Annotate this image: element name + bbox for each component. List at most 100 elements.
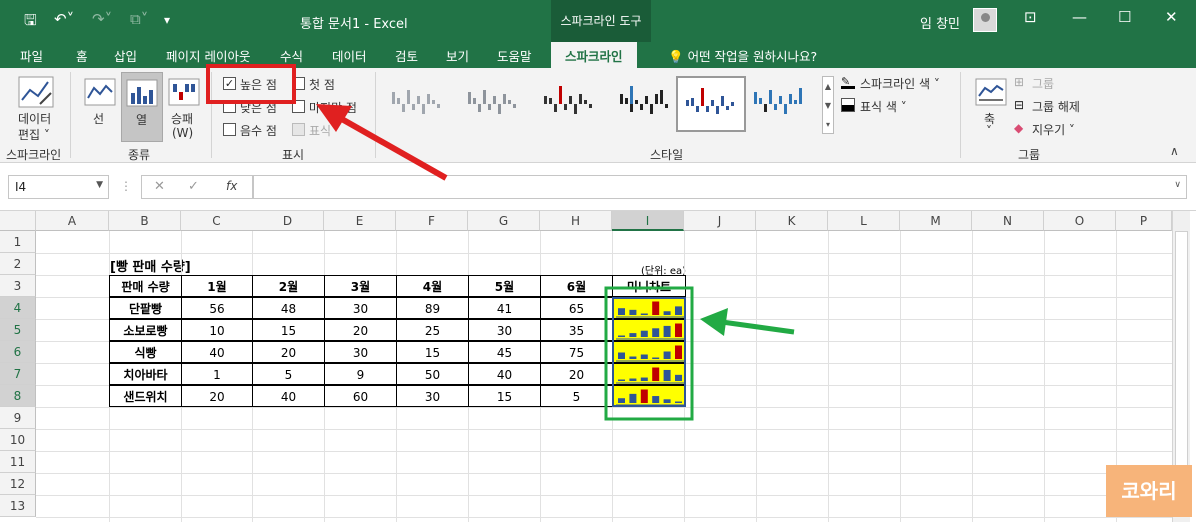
table-cell[interactable]: 30 [396,385,469,407]
undo-icon[interactable]: ↶˅ [54,10,74,28]
table-cell[interactable]: 40 [252,385,325,407]
group-button[interactable]: 그룹 [1032,75,1054,92]
negative-points-label[interactable]: 음수 점 [240,122,277,139]
table-cell[interactable]: 45 [468,341,541,363]
column-header-m[interactable]: M [900,211,972,231]
markers-checkbox[interactable] [292,123,305,136]
gallery-down-icon[interactable]: ▼ [823,96,833,115]
table-cell[interactable]: 5 [252,363,325,385]
customize-quick-access-icon[interactable]: ▾ [164,13,170,27]
style-thumb-2[interactable] [460,76,530,132]
first-point-label[interactable]: 첫 점 [309,76,335,93]
table-header-cell[interactable]: 1월 [181,275,253,297]
sparkline-color-icon[interactable]: ✎ [841,75,855,89]
row-header-10[interactable]: 10 [0,429,36,451]
table-header-cell[interactable]: 미니차트 [612,275,686,297]
ungroup-icon[interactable]: ⊟ [1014,98,1024,112]
table-cell[interactable]: 15 [396,341,469,363]
column-header-k[interactable]: K [756,211,828,231]
gallery-more-icon[interactable]: ▾ [823,115,833,134]
collapse-ribbon-icon[interactable]: ∧ [1170,144,1179,158]
table-cell[interactable]: 10 [181,319,253,341]
winloss-type-sublabel[interactable]: (W) [172,126,193,140]
table-cell[interactable]: 1 [181,363,253,385]
table-row-label[interactable]: 소보로빵 [109,319,182,341]
last-point-checkbox[interactable] [292,100,305,113]
table-cell[interactable]: 30 [324,341,397,363]
tab-data[interactable]: 데이터 [332,46,367,65]
low-point-checkbox[interactable] [223,100,236,113]
column-header-l[interactable]: L [828,211,900,231]
enter-icon[interactable]: ✓ [188,179,199,194]
style-thumb-1[interactable] [384,76,454,132]
row-header-8[interactable]: 8 [0,385,36,407]
select-all-corner[interactable] [0,211,36,231]
redo-icon[interactable]: ↷˅ [92,10,112,28]
tab-review[interactable]: 검토 [395,46,418,65]
tab-formulas[interactable]: 수식 [280,46,303,65]
row-header-1[interactable]: 1 [0,231,36,253]
row-header-2[interactable]: 2 [0,253,36,275]
row-header-3[interactable]: 3 [0,275,36,297]
tell-me-box[interactable]: 💡 어떤 작업을 원하시나요? [668,46,817,65]
maximize-icon[interactable]: ☐ [1118,8,1131,26]
row-header-6[interactable]: 6 [0,341,36,363]
negative-points-checkbox[interactable] [223,123,236,136]
name-box[interactable]: I4 ▼ [8,175,109,199]
column-header-p[interactable]: P [1116,211,1172,231]
table-cell[interactable]: 89 [396,297,469,319]
column-header-b[interactable]: B [109,211,181,231]
worksheet-grid[interactable]: [빵 판매 수량] (단위: ea) ABCDEFGHIJKLMNOP12345… [0,211,1196,522]
winloss-sparkline-icon[interactable] [168,78,200,106]
table-header-cell[interactable]: 5월 [468,275,541,297]
row-header-11[interactable]: 11 [0,451,36,473]
tab-insert[interactable]: 삽입 [114,46,137,65]
sheet-title[interactable]: [빵 판매 수량] [110,256,191,275]
avatar[interactable] [973,8,997,32]
name-box-dropdown-icon[interactable]: ▼ [96,180,103,190]
column-header-a[interactable]: A [36,211,109,231]
tab-view[interactable]: 보기 [446,46,469,65]
eraser-icon[interactable]: ◆ [1014,121,1023,135]
ungroup-button[interactable]: 그룹 해제 [1032,98,1080,115]
markers-label[interactable]: 표식 [309,122,331,139]
column-header-e[interactable]: E [324,211,396,231]
table-cell[interactable]: 20 [252,341,325,363]
table-header-cell[interactable]: 판매 수량 [109,275,182,297]
table-header-cell[interactable]: 6월 [540,275,613,297]
table-cell[interactable]: 15 [252,319,325,341]
formula-input[interactable]: ∨ [253,175,1187,199]
table-cell[interactable]: 5 [540,385,613,407]
table-cell[interactable]: 40 [181,341,253,363]
table-cell[interactable]: 30 [468,319,541,341]
insert-function-icon[interactable]: fx [226,179,237,193]
quick-access-icon[interactable]: ⧉˅ [130,10,148,28]
table-cell[interactable]: 50 [396,363,469,385]
column-header-f[interactable]: F [396,211,468,231]
table-cell[interactable]: 20 [540,363,613,385]
table-cell[interactable]: 60 [324,385,397,407]
table-cell[interactable]: 25 [396,319,469,341]
column-header-i[interactable]: I [612,211,684,231]
table-cell[interactable]: 30 [324,297,397,319]
minimize-icon[interactable]: — [1072,8,1087,26]
style-thumb-3[interactable] [536,76,606,132]
table-header-cell[interactable]: 4월 [396,275,469,297]
close-icon[interactable]: ✕ [1165,8,1178,26]
style-thumb-4[interactable] [612,76,682,132]
edit-data-dropdown[interactable]: 편집 ˅ [18,126,50,143]
table-cell[interactable]: 75 [540,341,613,363]
high-point-checkbox[interactable]: ✓ [223,77,236,90]
table-row-label[interactable]: 단팥빵 [109,297,182,319]
group-icon[interactable]: ⊞ [1014,75,1024,89]
table-cell[interactable]: 20 [181,385,253,407]
cancel-icon[interactable]: ✕ [154,179,165,194]
column-header-h[interactable]: H [540,211,612,231]
low-point-label[interactable]: 낮은 점 [240,99,277,116]
tab-home[interactable]: 홈 [76,46,88,65]
row-header-9[interactable]: 9 [0,407,36,429]
row-header-4[interactable]: 4 [0,297,36,319]
table-cell[interactable]: 9 [324,363,397,385]
last-point-label[interactable]: 마지막 점 [309,99,357,116]
row-header-13[interactable]: 13 [0,495,36,517]
